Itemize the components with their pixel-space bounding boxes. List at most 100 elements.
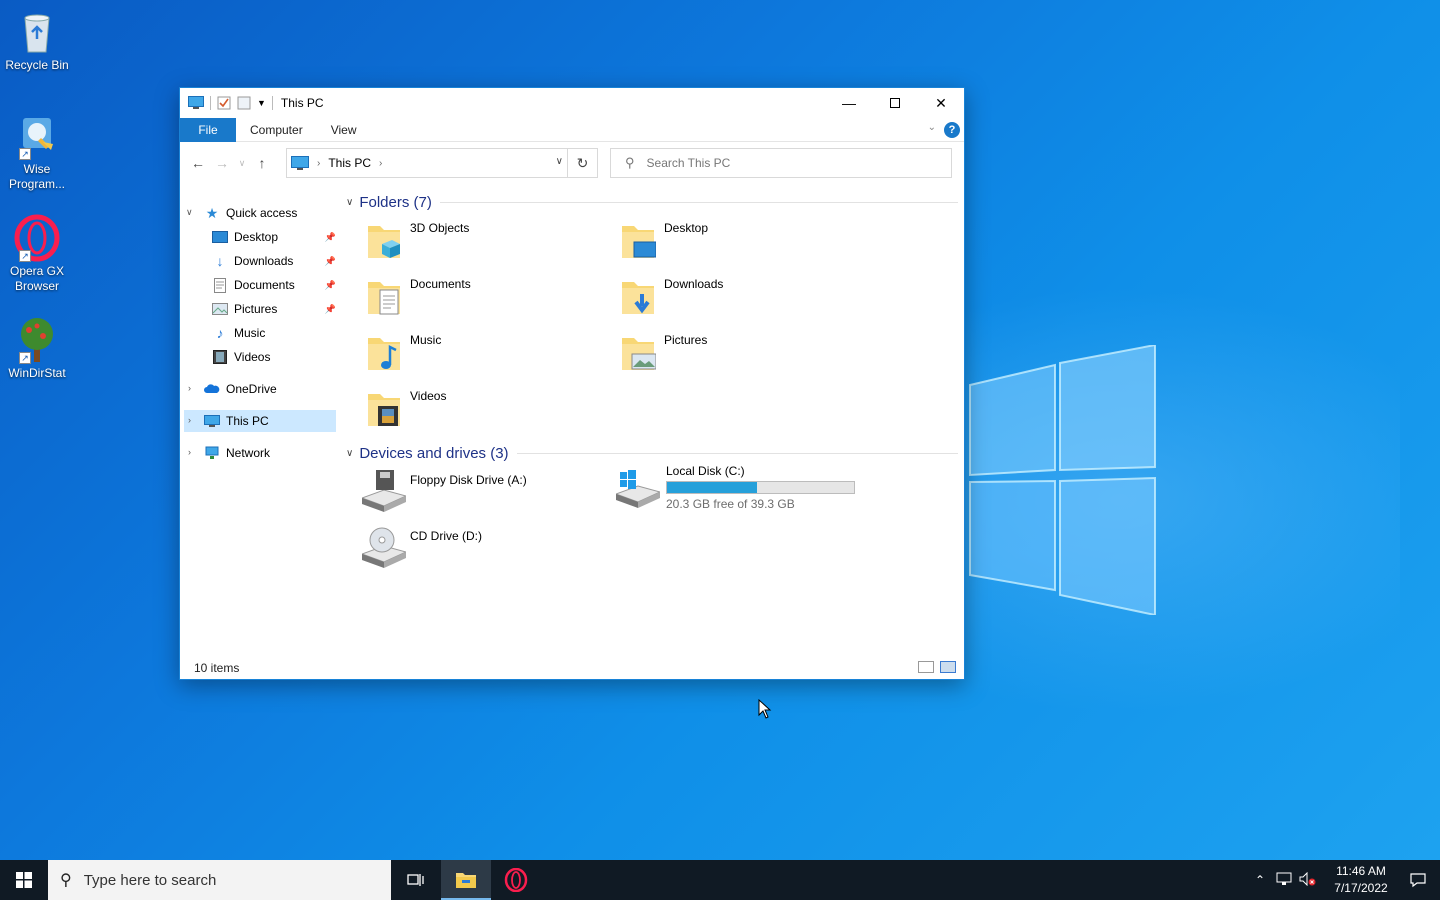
expand-chevron-right-icon[interactable]: › <box>188 415 191 425</box>
documents-icon <box>212 277 228 293</box>
windows-wallpaper-logo <box>969 345 1156 615</box>
opera-gx-icon <box>504 868 528 892</box>
drive-name: Floppy Disk Drive (A:) <box>410 473 527 487</box>
properties-icon[interactable] <box>217 96 231 110</box>
minimize-button[interactable]: — <box>826 88 872 118</box>
desktop-icon-recycle-bin[interactable]: Recycle Bin <box>4 8 70 73</box>
help-button[interactable]: ? <box>944 122 960 138</box>
nav-item-desktop[interactable]: Desktop 📌 <box>212 226 336 248</box>
nav-quick-access[interactable]: ★ Quick access <box>204 202 334 224</box>
start-button[interactable] <box>0 860 48 900</box>
pin-icon[interactable]: 📌 <box>325 280 336 291</box>
breadcrumb-chevron-icon[interactable]: › <box>379 158 382 169</box>
local-disk-icon <box>614 464 662 512</box>
desktop-icon-opera-gx[interactable]: ↗ Opera GX Browser <box>4 214 70 294</box>
folder-name: Downloads <box>664 277 724 291</box>
folder-name: Documents <box>410 277 471 291</box>
search-box[interactable]: ⚲ Search This PC <box>610 148 952 178</box>
action-center-button[interactable] <box>1396 872 1440 888</box>
toolbar-separator <box>210 96 211 110</box>
desktop-icon-label: Opera GX Browser <box>9 264 65 293</box>
opera-gx-icon: ↗ <box>13 214 61 262</box>
show-hidden-icons-chevron-icon[interactable]: ⌃ <box>1248 873 1272 887</box>
address-bar[interactable]: › This PC › ∨ ↻ <box>286 148 598 178</box>
volume-muted-icon[interactable] <box>1296 871 1320 889</box>
search-icon: ⚲ <box>625 155 635 170</box>
pin-icon[interactable]: 📌 <box>325 256 336 267</box>
desktop-icon-label: Wise Program... <box>8 162 65 191</box>
taskbar-opera-gx[interactable] <box>491 860 541 900</box>
drives-group-header[interactable]: ∨ Devices and drives (3) <box>346 445 958 462</box>
title-bar[interactable]: ▼ This PC — ✕ <box>180 88 964 118</box>
folder-pictures[interactable]: Pictures <box>616 328 866 380</box>
folder-videos[interactable]: Videos <box>362 384 612 436</box>
folder-desktop[interactable]: Desktop <box>616 216 866 268</box>
up-button[interactable]: ↑ <box>250 151 274 175</box>
navigation-pane: ∨ ★ Quick access Desktop 📌 ↓ Downloads 📌… <box>180 202 338 657</box>
wise-program-uninstaller-icon: ↗ <box>13 112 61 160</box>
customize-toolbar-chevron-icon[interactable]: ▼ <box>257 98 266 108</box>
expand-chevron-right-icon[interactable]: › <box>188 447 191 457</box>
windows-logo-icon <box>16 872 32 888</box>
taskbar-search-placeholder: Type here to search <box>83 871 217 889</box>
folder-3d-objects[interactable]: 3D Objects <box>362 216 612 268</box>
tab-file[interactable]: File <box>180 117 236 142</box>
disk-free-space: 20.3 GB free of 39.3 GB <box>666 497 795 511</box>
back-button[interactable]: ← <box>186 151 210 175</box>
expand-chevron-right-icon[interactable]: › <box>188 383 191 393</box>
refresh-button[interactable]: ↻ <box>567 149 597 177</box>
nav-onedrive[interactable]: OneDrive <box>204 378 334 400</box>
folders-group-header[interactable]: ∨ Folders (7) <box>346 194 958 211</box>
desktop-icon-windirstat[interactable]: ↗ WinDirStat <box>4 316 70 381</box>
address-dropdown-chevron-icon[interactable]: ∨ <box>556 156 563 167</box>
notification-icon <box>1410 873 1426 888</box>
network-icon <box>204 445 220 461</box>
collapse-chevron-icon[interactable]: ∨ <box>346 448 353 459</box>
details-view-button[interactable] <box>918 661 934 673</box>
nav-this-pc[interactable]: › This PC <box>184 410 336 432</box>
nav-item-pictures[interactable]: Pictures 📌 <box>212 298 336 320</box>
disk-usage-bar <box>666 481 855 494</box>
taskbar-search-box[interactable]: ⚲ Type here to search <box>48 860 391 900</box>
nav-item-documents[interactable]: Documents 📌 <box>212 274 336 296</box>
taskbar-clock[interactable]: 11:46 AM 7/17/2022 <box>1326 863 1396 897</box>
nav-label: Pictures <box>234 302 278 316</box>
cloud-icon <box>204 381 220 397</box>
folder-music[interactable]: Music <box>362 328 612 380</box>
nav-item-music[interactable]: ♪ Music <box>212 322 336 344</box>
desktop-icon <box>212 229 228 245</box>
system-tray: ⌃ 11:46 AM 7/17/2022 <box>1248 860 1440 900</box>
pin-icon[interactable]: 📌 <box>325 304 336 315</box>
folder-name: 3D Objects <box>410 221 470 235</box>
floppy-drive-icon <box>360 468 408 516</box>
nav-item-videos[interactable]: Videos <box>212 346 336 368</box>
taskbar-file-explorer[interactable] <box>441 860 491 900</box>
tab-view[interactable]: View <box>317 118 371 142</box>
breadcrumb-this-pc[interactable]: This PC <box>328 156 371 170</box>
folder-downloads[interactable]: Downloads <box>616 272 866 324</box>
this-pc-icon <box>204 413 220 429</box>
taskbar: ⚲ Type here to search ⌃ 11:46 AM 7/17/20… <box>0 860 1440 900</box>
nav-item-downloads[interactable]: ↓ Downloads 📌 <box>212 250 337 272</box>
file-explorer-window: ▼ This PC — ✕ File Computer View ⌄ ? ← →… <box>179 87 965 680</box>
tab-computer[interactable]: Computer <box>236 118 317 142</box>
collapse-chevron-icon[interactable]: ∨ <box>346 197 353 208</box>
task-view-button[interactable] <box>391 860 441 900</box>
folder-documents[interactable]: Documents <box>362 272 612 324</box>
tiles-view-button[interactable] <box>940 661 956 673</box>
recent-locations-chevron-icon[interactable]: ∨ <box>234 151 250 175</box>
new-folder-icon[interactable] <box>237 96 251 110</box>
expand-chevron-down-icon[interactable]: ∨ <box>186 207 193 218</box>
drive-floppy-a[interactable]: Floppy Disk Drive (A:) <box>360 468 612 520</box>
network-icon[interactable] <box>1272 872 1296 889</box>
breadcrumb-chevron-icon[interactable]: › <box>317 158 320 169</box>
maximize-button[interactable] <box>872 88 918 118</box>
forward-button[interactable]: → <box>210 151 234 175</box>
nav-network[interactable]: Network <box>204 442 334 464</box>
desktop-icon-wise-program[interactable]: ↗ Wise Program... <box>4 112 70 192</box>
drive-cd-d[interactable]: CD Drive (D:) <box>360 524 612 576</box>
expand-ribbon-chevron-icon[interactable]: ⌄ <box>928 122 936 133</box>
pin-icon[interactable]: 📌 <box>325 232 336 243</box>
drive-local-c[interactable]: Local Disk (C:) 20.3 GB free of 39.3 GB <box>614 464 916 516</box>
close-button[interactable]: ✕ <box>918 88 964 118</box>
